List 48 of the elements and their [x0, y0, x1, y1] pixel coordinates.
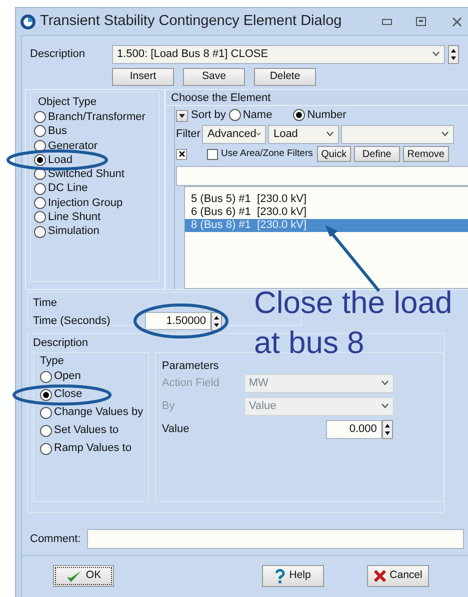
radio-label[interactable]: Load	[48, 152, 72, 168]
radio-label[interactable]: Ramp Values to	[54, 440, 132, 457]
radio-label[interactable]: Set Values to	[54, 422, 119, 439]
record-button[interactable]: Save	[183, 68, 245, 86]
radio-label[interactable]: Generator	[48, 138, 98, 154]
panel-header: Choose the Element	[166, 90, 468, 106]
group-title: Type	[40, 354, 65, 368]
filter-button[interactable]: Quick	[316, 146, 351, 162]
field-label: Action Field	[162, 376, 220, 391]
radio-label[interactable]: Open	[54, 368, 81, 385]
group-title: Object Type	[37, 95, 98, 110]
field-label: By	[162, 398, 176, 414]
radio-label[interactable]: DC Line	[48, 180, 88, 197]
field-label: Time (Seconds)	[33, 314, 112, 329]
list-item[interactable]: 5 (Bus 5) #1 [230.0 kV]	[185, 193, 468, 206]
list-item[interactable]: 6 (Bus 6) #1 [230.0 kV]	[185, 206, 468, 219]
filter-button[interactable]: Define	[354, 146, 400, 162]
field-label: Comment:	[30, 532, 81, 547]
group-title: Parameters	[162, 358, 220, 372]
field-label: Value	[162, 422, 190, 437]
filter-dropdown[interactable]: Load	[268, 124, 340, 144]
radio-label[interactable]: Simulation	[48, 223, 100, 240]
element-list[interactable]: 5 (Bus 5) #1 [230.0 kV] 6 (Bus 6) #1 [230.0 kV] 8 (Bus 8) #1 [230.0 kV]	[184, 186, 468, 289]
group-title: Description	[33, 336, 88, 351]
radio-label[interactable]: Switched Shunt	[48, 166, 124, 183]
group-title: Time	[33, 296, 58, 311]
field-label: Description	[30, 46, 86, 62]
window-title: Transient Stability Contingency Element Dialog	[40, 12, 343, 31]
time-input[interactable]: 1.50000	[145, 312, 211, 330]
radio-label[interactable]: Bus	[48, 123, 67, 140]
record-button[interactable]: Insert	[112, 68, 174, 86]
checkbox-label[interactable]: Use Area/Zone Filters	[221, 146, 313, 162]
radio-label[interactable]: Injection Group	[48, 194, 123, 212]
radio-label[interactable]: Branch/Transformer	[48, 108, 146, 126]
filter-dropdown[interactable]: Advanced	[202, 124, 266, 144]
sort-label: Sort by	[191, 108, 226, 124]
filter-label: Filter	[176, 126, 200, 142]
dialog-button[interactable]: OK	[53, 565, 114, 587]
record-button[interactable]: Delete	[254, 68, 316, 86]
value-input[interactable]: 0.000	[326, 420, 382, 438]
radio-label[interactable]: Change Values by	[54, 404, 144, 421]
dialog-button[interactable]: Help	[262, 565, 324, 587]
description-dropdown[interactable]: 1.500: [Load Bus 8 #1] CLOSE	[112, 44, 445, 64]
radio-label[interactable]: Line Shunt	[48, 208, 101, 226]
filter-button[interactable]: Remove	[402, 146, 449, 162]
radio-label[interactable]: Number	[307, 107, 346, 124]
dialog-button[interactable]: Cancel	[367, 565, 429, 587]
radio-label[interactable]: Name	[242, 107, 272, 124]
